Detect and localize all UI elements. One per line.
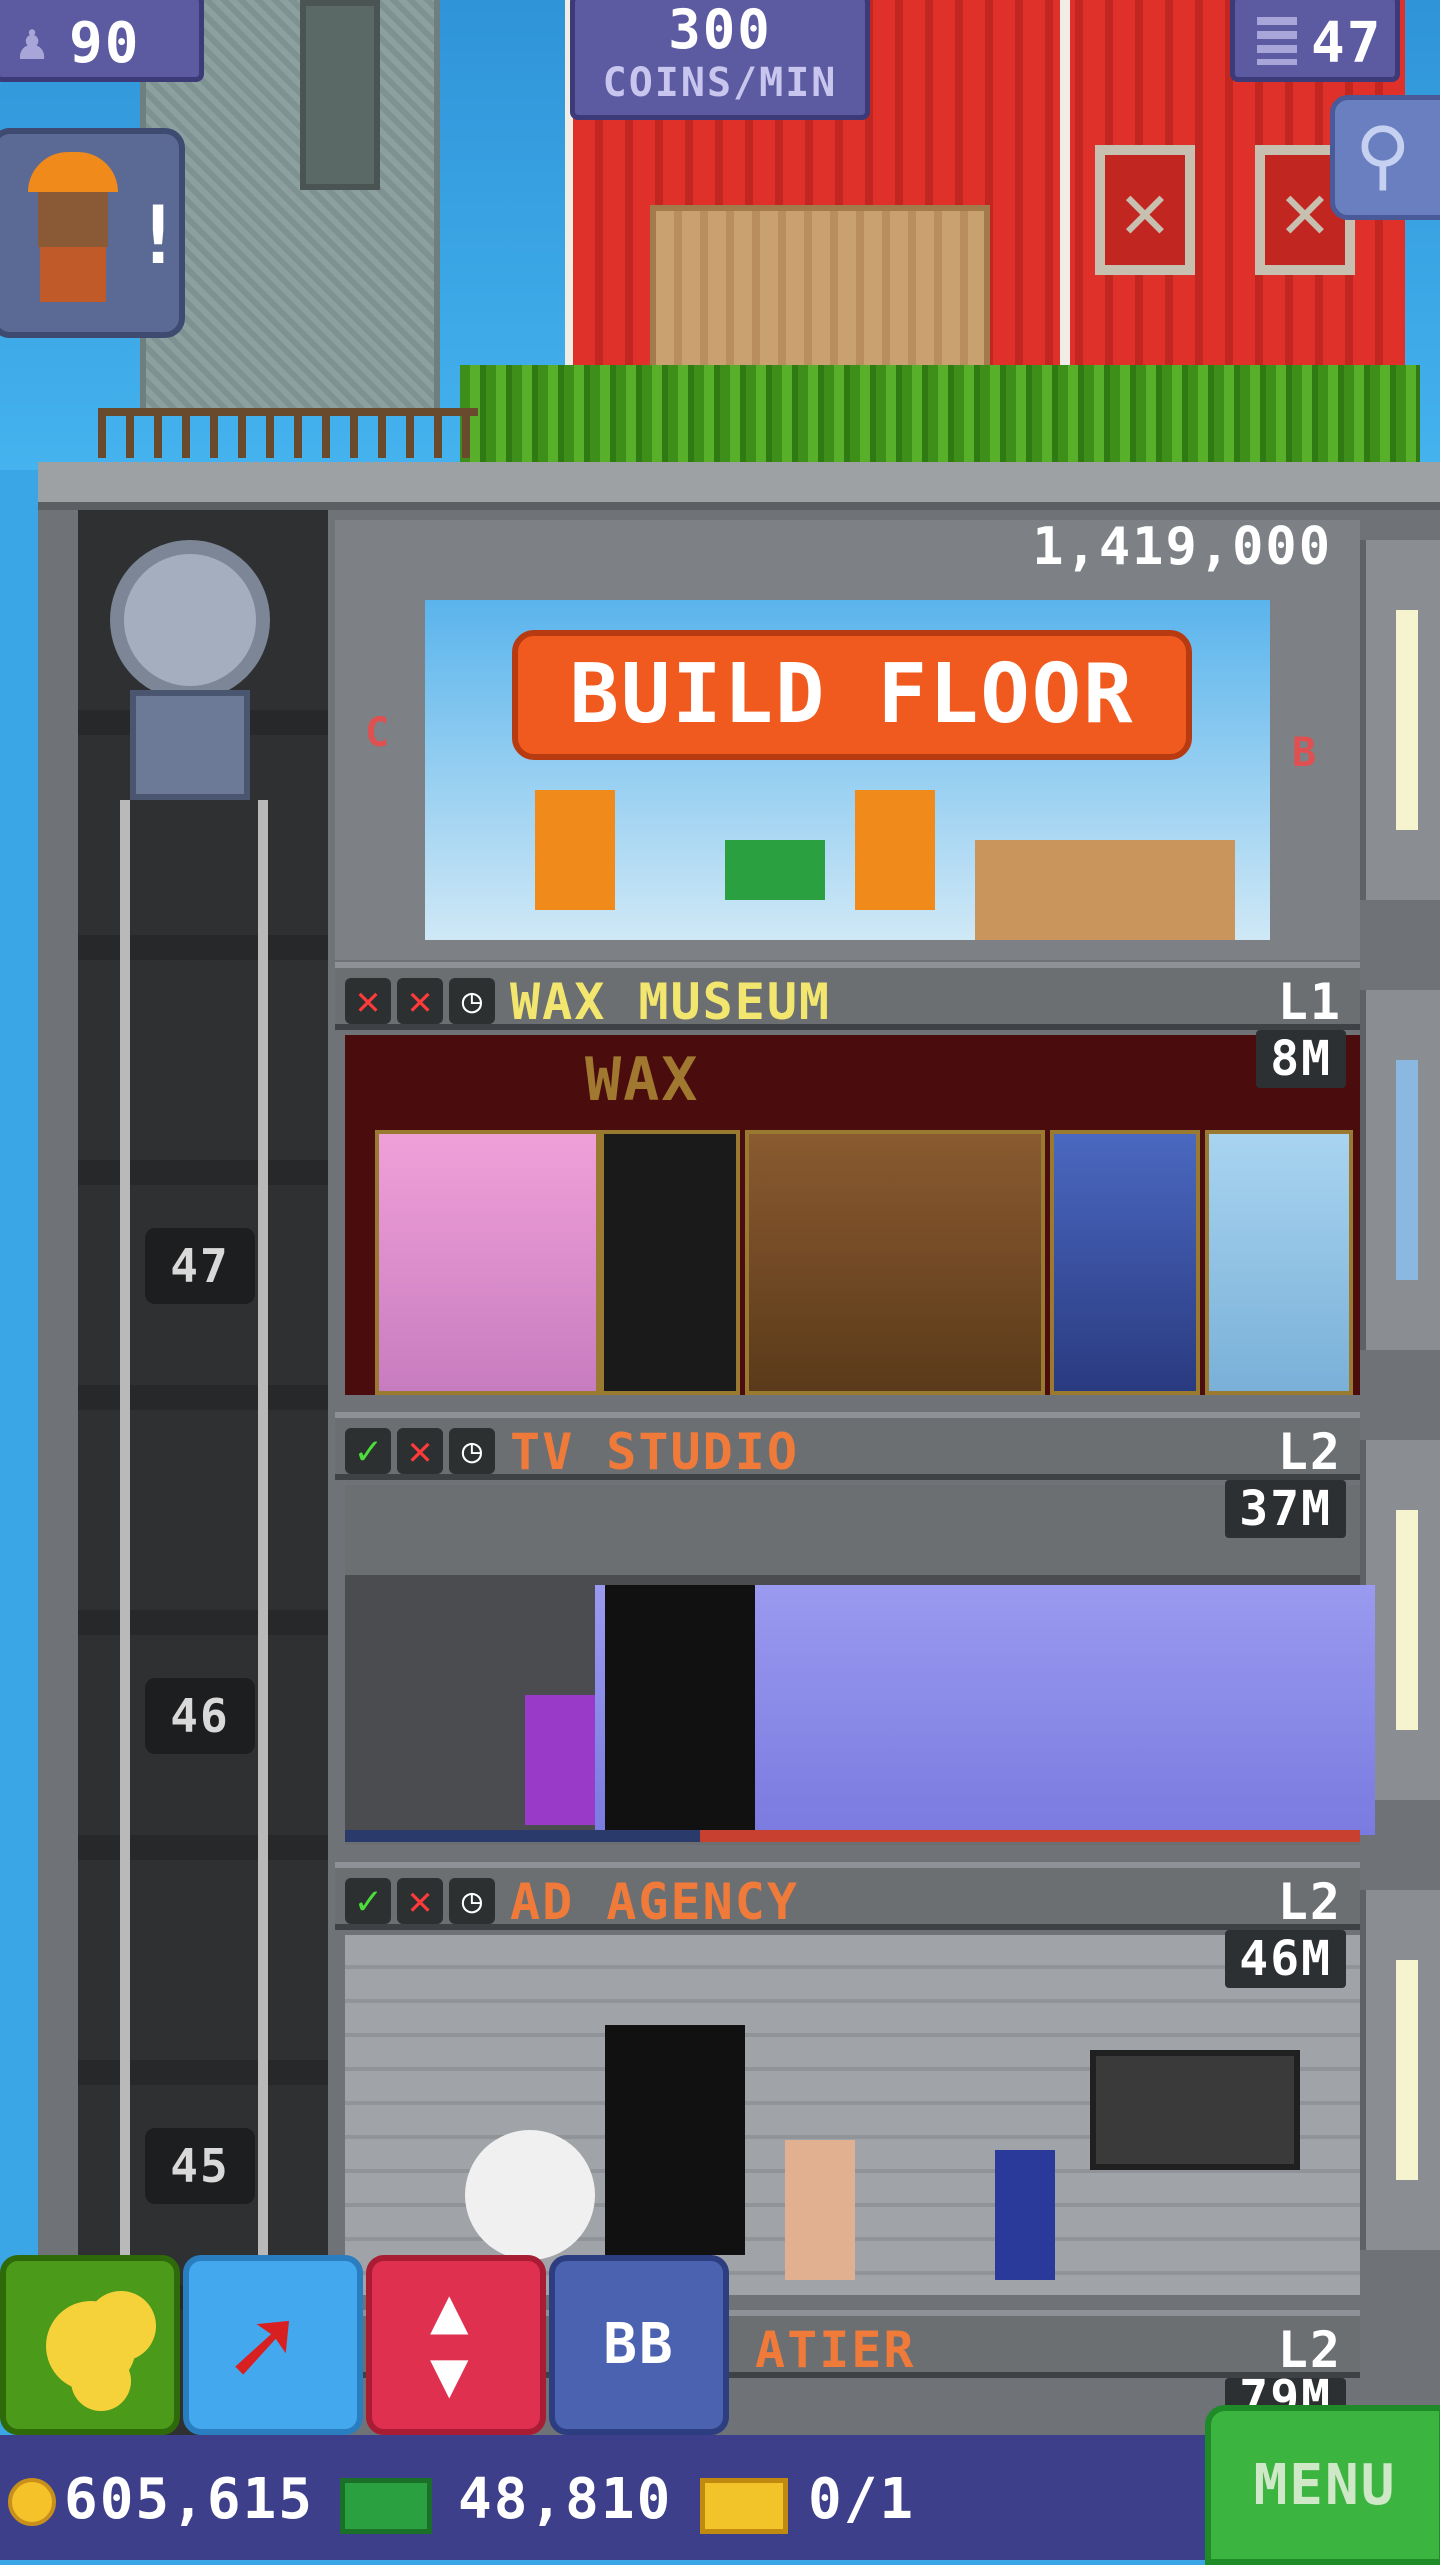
floor-level: L2 [1277,1873,1342,1931]
x-icon: ✕ [345,978,391,1024]
x-icon: ✕ [397,978,443,1024]
person-icon: ♟ [17,13,48,71]
wax-exhibit [375,1130,600,1395]
x-icon: ✕ [397,1878,443,1924]
clock-icon: ◷ [449,1428,495,1474]
window-light [1396,1960,1418,2180]
check-icon: ✓ [345,1428,391,1474]
elevator-floor-number: 47 [145,1228,255,1304]
floor-price: 8M [1256,1030,1346,1088]
elevator-cable [258,800,268,2440]
bitbook-button[interactable]: BB [549,2255,729,2435]
window-light [1396,1060,1418,1280]
right-wall [1360,540,1440,900]
build-floor-cost: 1,419,000 [1032,517,1332,577]
x-icon: ✕ [397,1428,443,1474]
elevator-motor [110,540,290,830]
floor-counter[interactable]: 47 [1230,0,1400,82]
wax-exhibit [745,1130,1045,1395]
fence [98,408,478,458]
floor-price: 46M [1225,1930,1346,1988]
floor-name: WAX MUSEUM [510,973,832,1031]
gear-icon [110,540,270,700]
coins-icon [46,2301,136,2391]
clock-icon: ◷ [449,1878,495,1924]
floor-header-wax-museum[interactable]: ✕ ✕ ◷ WAX MUSEUM L1 [335,962,1360,1031]
coin-balance: 605,615 [64,2467,315,2532]
floor-header-tv-studio[interactable]: ✓ ✕ ◷ TV STUDIO L2 [335,1412,1360,1481]
right-wall [1360,1890,1440,2250]
zoom-out-button[interactable]: ⚲ [1330,95,1440,220]
bux-icon [340,2478,432,2534]
clock-icon: ◷ [449,978,495,1024]
floor-count-value: 47 [1311,11,1383,76]
arrow-icon: ➚ [229,2283,296,2411]
barn-window [1095,145,1195,275]
build-right-letter: B [1292,730,1319,776]
wax-sign: WAX [585,1045,700,1115]
window-light [1396,1510,1418,1730]
elevator-cable [120,800,130,2440]
vip-ticket-icon [700,2478,788,2534]
build-left-letter: C [365,710,392,756]
neighbor-window [300,0,380,190]
tv-studio-room[interactable] [345,1485,1375,1845]
vip-count: 0/1 [808,2467,916,2532]
floor-level: L2 [1277,2321,1342,2379]
floor-name: TV STUDIO [510,1423,799,1481]
tower-roof [38,462,1440,510]
coins-button[interactable] [0,2255,180,2435]
window-light [1396,610,1418,830]
move-button[interactable]: ➚ [183,2255,363,2435]
floor-level: L2 [1277,1423,1342,1481]
building-icon [1257,17,1297,65]
elevator-button[interactable]: ▲ ▼ [366,2255,546,2435]
builder-avatar-icon [18,152,128,302]
coin-icon [8,2478,56,2526]
floor-price: 37M [1225,1480,1346,1538]
population-counter[interactable]: ♟ 90 [0,0,204,82]
floor-name: AD AGENCY [510,1873,799,1931]
floor-header-ad-agency[interactable]: ✓ ✕ ◷ AD AGENCY L2 [335,1862,1360,1931]
up-down-icon: ▲ ▼ [430,2274,469,2412]
coins-per-min-value: 300 [668,0,772,61]
menu-button[interactable]: MENU [1205,2405,1440,2565]
build-floor-button[interactable]: BUILD FLOOR [512,630,1192,760]
builder-notification[interactable]: ! [0,128,185,338]
wax-exhibit [600,1130,740,1395]
exclamation-icon: ! [134,189,185,282]
right-wall [1360,990,1440,1350]
bux-balance: 48,810 [458,2467,673,2532]
population-value: 90 [69,11,141,76]
ad-agency-room[interactable] [345,1935,1360,2295]
coins-per-min-display: 300 COINS/MIN [570,0,870,120]
grass [460,365,1420,470]
wax-exhibit [1205,1130,1353,1395]
wax-exhibit [1050,1130,1200,1395]
check-icon: ✓ [345,1878,391,1924]
floor-name: ATIER [755,2321,916,2379]
floor-level: L1 [1277,973,1342,1031]
coins-per-min-label: COINS/MIN [602,60,838,106]
elevator-floor-number: 45 [145,2128,255,2204]
elevator-floor-number: 46 [145,1678,255,1754]
magnifier-icon: ⚲ [1355,110,1411,199]
